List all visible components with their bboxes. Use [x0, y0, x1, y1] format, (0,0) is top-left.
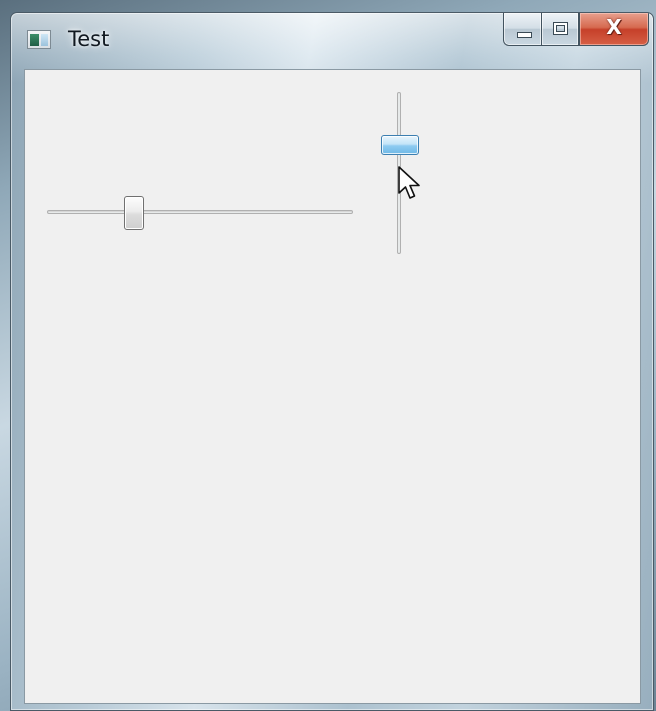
caption-buttons: X [503, 13, 649, 47]
application-window-icon[interactable] [27, 30, 51, 49]
maximize-icon [553, 22, 568, 35]
vertical-slider-thumb[interactable] [381, 135, 419, 155]
horizontal-slider[interactable] [45, 193, 355, 233]
app-window: Test X [10, 12, 654, 711]
title-bar[interactable]: Test X [11, 13, 653, 69]
client-area [24, 69, 641, 704]
app-icon-pane-secondary [41, 34, 48, 46]
maximize-button[interactable] [541, 13, 579, 46]
close-button[interactable]: X [579, 13, 649, 46]
app-icon-pane [30, 34, 39, 46]
minimize-icon [517, 32, 532, 38]
horizontal-slider-thumb[interactable] [124, 196, 144, 230]
horizontal-slider-track[interactable] [47, 210, 353, 214]
arrow-pointer-icon [398, 166, 420, 199]
window-title: Test [68, 27, 110, 51]
minimize-button[interactable] [503, 13, 541, 46]
close-icon: X [606, 15, 622, 39]
